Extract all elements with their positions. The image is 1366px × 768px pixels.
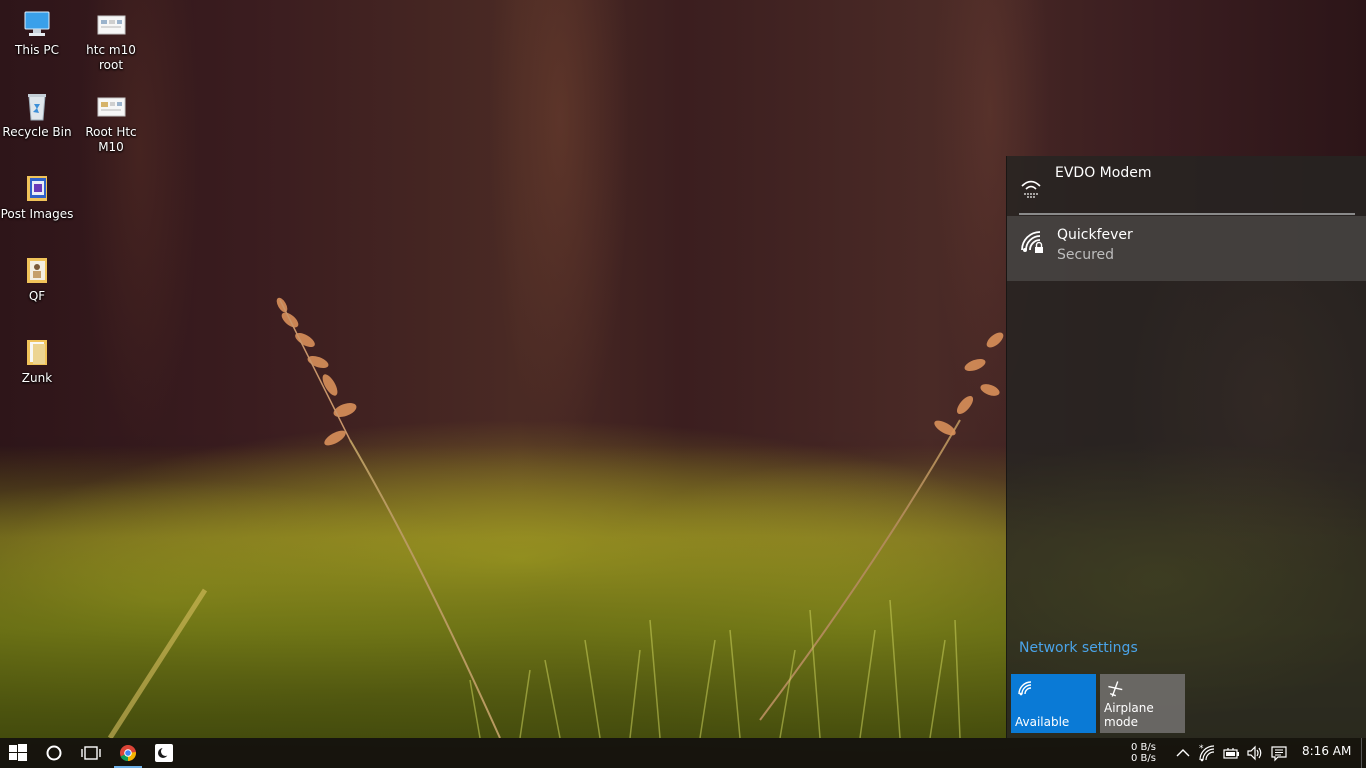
svg-text:*: * xyxy=(1199,744,1204,754)
desktop-icon-root-htc-m10[interactable]: Root Htc M10 xyxy=(74,90,148,155)
wifi-toggle-tile[interactable]: Available xyxy=(1011,674,1096,733)
show-desktop-button[interactable] xyxy=(1361,738,1366,768)
desktop-icon-label: Root Htc M10 xyxy=(85,125,137,154)
desktop-icon-label: Recycle Bin xyxy=(2,125,72,139)
desktop-icon-htc-m10-root[interactable]: htc m10 root xyxy=(74,8,148,73)
folder-icon xyxy=(21,172,53,204)
desktop-icon-label: Post Images xyxy=(0,207,74,221)
tile-label: Airplane mode xyxy=(1104,701,1154,729)
cortana-button[interactable] xyxy=(36,738,72,768)
network-name: Quickfever xyxy=(1057,227,1133,243)
divider xyxy=(1019,213,1355,215)
desktop-icon-label: Zunk xyxy=(21,371,53,385)
network-name: EVDO Modem xyxy=(1055,165,1152,181)
chevron-up-icon[interactable] xyxy=(1174,744,1192,762)
start-button[interactable] xyxy=(0,738,36,768)
wifi-icon[interactable]: * xyxy=(1198,744,1216,762)
document-icon xyxy=(95,90,127,122)
volume-icon[interactable] xyxy=(1246,744,1264,762)
tile-label: Available xyxy=(1015,715,1070,729)
wifi-secured-icon xyxy=(1019,230,1043,254)
action-center-icon[interactable] xyxy=(1270,744,1288,762)
airplane-icon xyxy=(1106,680,1124,698)
taskbar-app-chrome[interactable] xyxy=(110,738,146,768)
cellular-network-icon xyxy=(1019,176,1043,200)
flyout-background xyxy=(1007,280,1366,738)
network-status: Secured xyxy=(1057,247,1115,263)
task-view-button[interactable] xyxy=(72,738,108,768)
recycle-bin-icon xyxy=(21,90,53,122)
airplane-mode-tile[interactable]: Airplane mode xyxy=(1100,674,1185,733)
network-speed-meter: 0 B/s 0 B/s xyxy=(1131,742,1156,764)
desktop-icon-label: QF xyxy=(28,289,46,303)
network-flyout: EVDO Modem Quickfever Secured Network se… xyxy=(1006,156,1366,738)
wifi-icon xyxy=(1017,680,1035,698)
desktop-icon-label: This PC xyxy=(15,43,59,57)
folder-icon xyxy=(21,336,53,368)
taskbar-app-moon[interactable] xyxy=(146,738,182,768)
computer-icon xyxy=(21,8,53,40)
desktop-icon-qf[interactable]: QF xyxy=(0,254,74,304)
clock-time[interactable]: 8:16 AM xyxy=(1302,744,1351,758)
taskbar: 0 B/s 0 B/s * 8:16 AM xyxy=(0,738,1366,768)
desktop-icon-label: htc m10 root xyxy=(86,43,136,72)
network-item-quickfever[interactable]: Quickfever Secured xyxy=(1007,216,1366,281)
network-settings-link[interactable]: Network settings xyxy=(1019,640,1138,656)
upload-speed: 0 B/s xyxy=(1131,742,1156,753)
desktop-icon-recycle-bin[interactable]: Recycle Bin xyxy=(0,90,74,140)
document-icon xyxy=(95,8,127,40)
network-item-evdo-modem[interactable]: EVDO Modem xyxy=(1007,156,1366,214)
battery-icon[interactable] xyxy=(1222,744,1240,762)
desktop-icon-zunk[interactable]: Zunk xyxy=(0,336,74,386)
desktop-icon-this-pc[interactable]: This PC xyxy=(0,8,74,58)
download-speed: 0 B/s xyxy=(1131,753,1156,764)
desktop-icon-post-images[interactable]: Post Images xyxy=(0,172,74,222)
folder-icon xyxy=(21,254,53,286)
